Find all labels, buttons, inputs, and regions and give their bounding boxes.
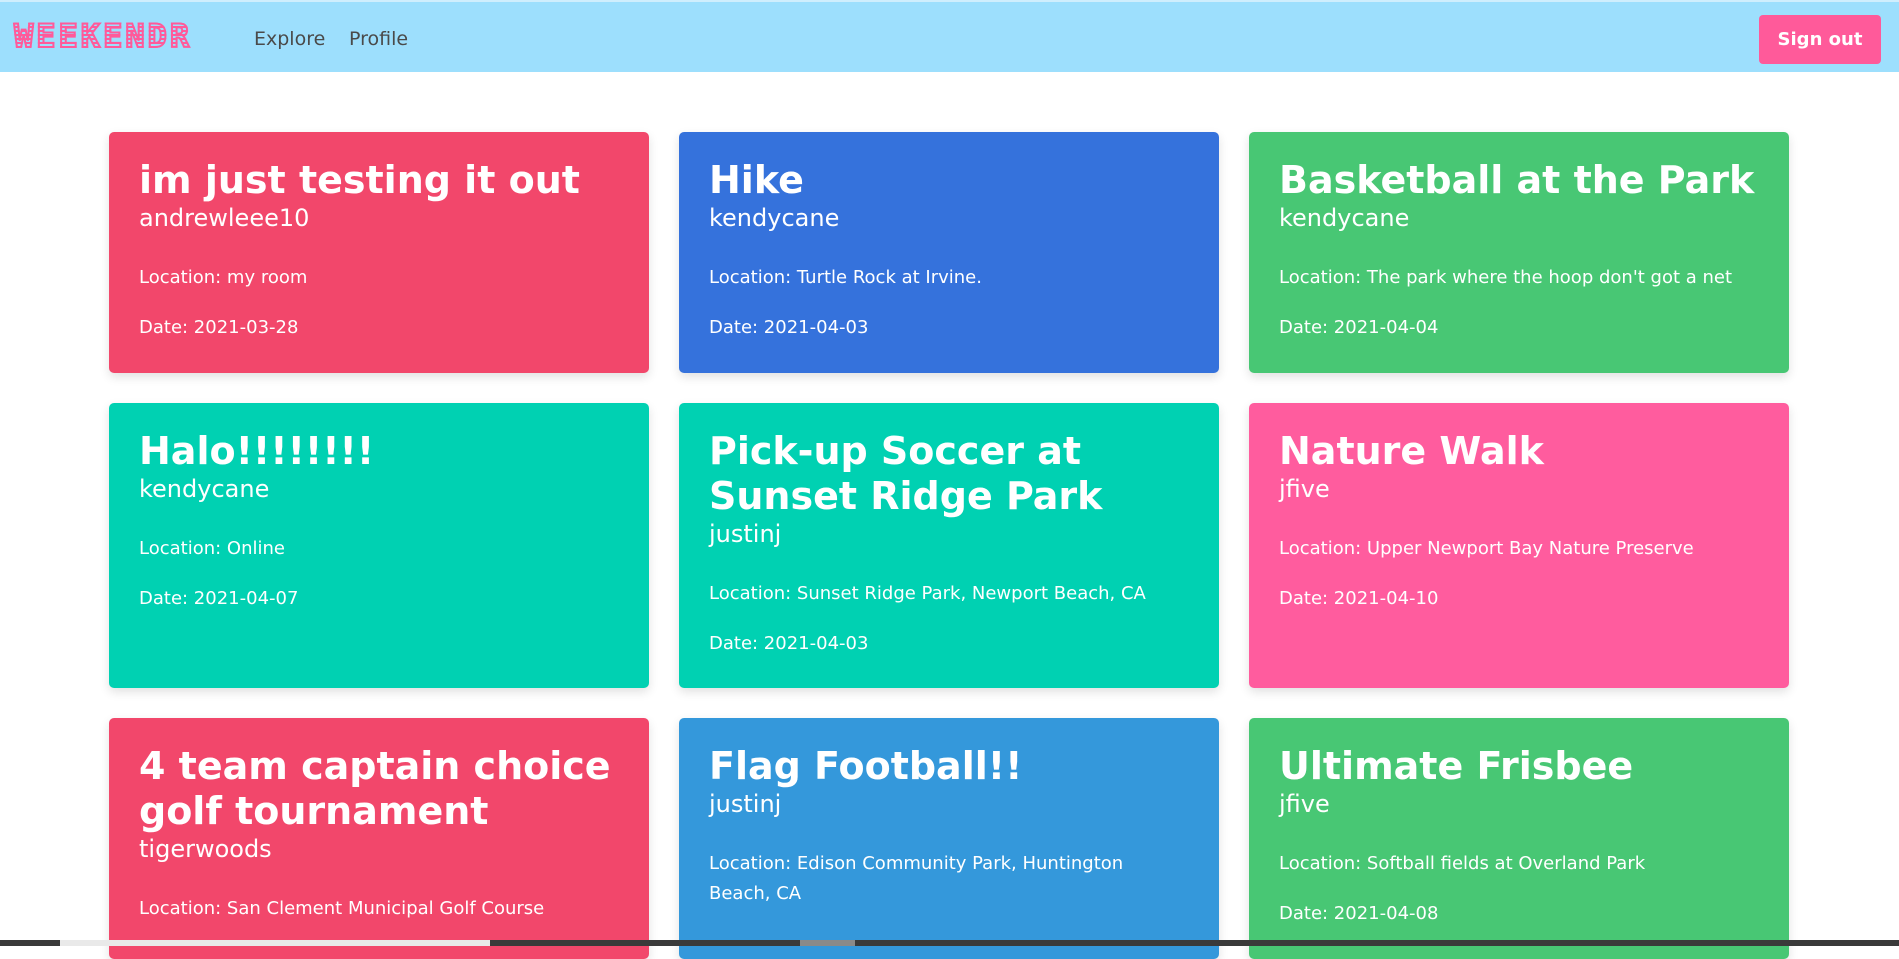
sign-out-button[interactable]: Sign out [1759, 15, 1881, 64]
event-date: Date: 2021-04-10 [1279, 588, 1439, 609]
event-user: justinj [709, 520, 782, 548]
event-title: im just testing it out [139, 158, 580, 202]
event-user: kendycane [1279, 204, 1410, 232]
event-card[interactable]: Nature Walk jfive Location: Upper Newpor… [1249, 403, 1789, 688]
event-title: 4 team captain choice golf tournament [139, 744, 611, 833]
event-user: justinj [709, 790, 782, 818]
event-date: Date: 2021-04-03 [709, 633, 869, 654]
event-card[interactable]: Basketball at the Park kendycane Locatio… [1249, 132, 1789, 373]
event-date: Date: 2021-04-04 [1279, 317, 1439, 338]
event-date: Date: 2021-04-07 [139, 588, 299, 609]
nav-link-explore[interactable]: Explore [254, 26, 325, 52]
event-card[interactable]: Flag Football!! justinj Location: Edison… [679, 718, 1219, 959]
navbar: WEEKENDR Explore Profile Sign out [0, 0, 1899, 72]
event-location: Location: Softball fields at Overland Pa… [1279, 853, 1646, 874]
event-user: jfive [1279, 475, 1330, 503]
taskbar-strip [0, 940, 1899, 946]
taskbar-segment [800, 940, 855, 946]
event-user: kendycane [709, 204, 840, 232]
event-card[interactable]: Pick-up Soccer at Sunset Ridge Park just… [679, 403, 1219, 688]
event-user: kendycane [139, 475, 270, 503]
event-user: andrewleee10 [139, 204, 310, 232]
event-card[interactable]: Hike kendycane Location: Turtle Rock at … [679, 132, 1219, 373]
event-title: Nature Walk [1279, 429, 1544, 473]
event-location: Location: Sunset Ridge Park, Newport Bea… [709, 583, 1146, 604]
event-date: Date: 2021-03-28 [139, 317, 299, 338]
event-location: Location: Edison Community Park, Hunting… [709, 853, 1124, 904]
event-location: Location: Turtle Rock at Irvine. [709, 267, 982, 288]
event-date: Date: 2021-04-03 [709, 317, 869, 338]
event-location: Location: Online [139, 538, 285, 559]
event-user: tigerwoods [139, 835, 272, 863]
event-title: Flag Football!! [709, 744, 1023, 788]
event-title: Basketball at the Park [1279, 158, 1755, 202]
event-title: Pick-up Soccer at Sunset Ridge Park [709, 429, 1103, 518]
event-title: Hike [709, 158, 804, 202]
event-user: jfive [1279, 790, 1330, 818]
nav-link-profile[interactable]: Profile [349, 26, 408, 52]
event-grid: im just testing it out andrewleee10 Loca… [109, 132, 1789, 959]
event-title: Ultimate Frisbee [1279, 744, 1634, 788]
event-card[interactable]: Ultimate Frisbee jfive Location: Softbal… [1249, 718, 1789, 959]
event-card[interactable]: 4 team captain choice golf tournament ti… [109, 718, 649, 959]
event-title: Halo!!!!!!!! [139, 429, 375, 473]
event-location: Location: Upper Newport Bay Nature Prese… [1279, 538, 1694, 559]
event-date: Date: 2021-04-08 [1279, 903, 1439, 924]
event-card[interactable]: im just testing it out andrewleee10 Loca… [109, 132, 649, 373]
logo[interactable]: WEEKENDR [13, 16, 192, 56]
taskbar-segment [60, 940, 490, 946]
event-location: Location: The park where the hoop don't … [1279, 267, 1733, 288]
event-location: Location: San Clement Municipal Golf Cou… [139, 898, 545, 919]
event-location: Location: my room [139, 267, 308, 288]
event-card[interactable]: Halo!!!!!!!! kendycane Location: Online … [109, 403, 649, 688]
